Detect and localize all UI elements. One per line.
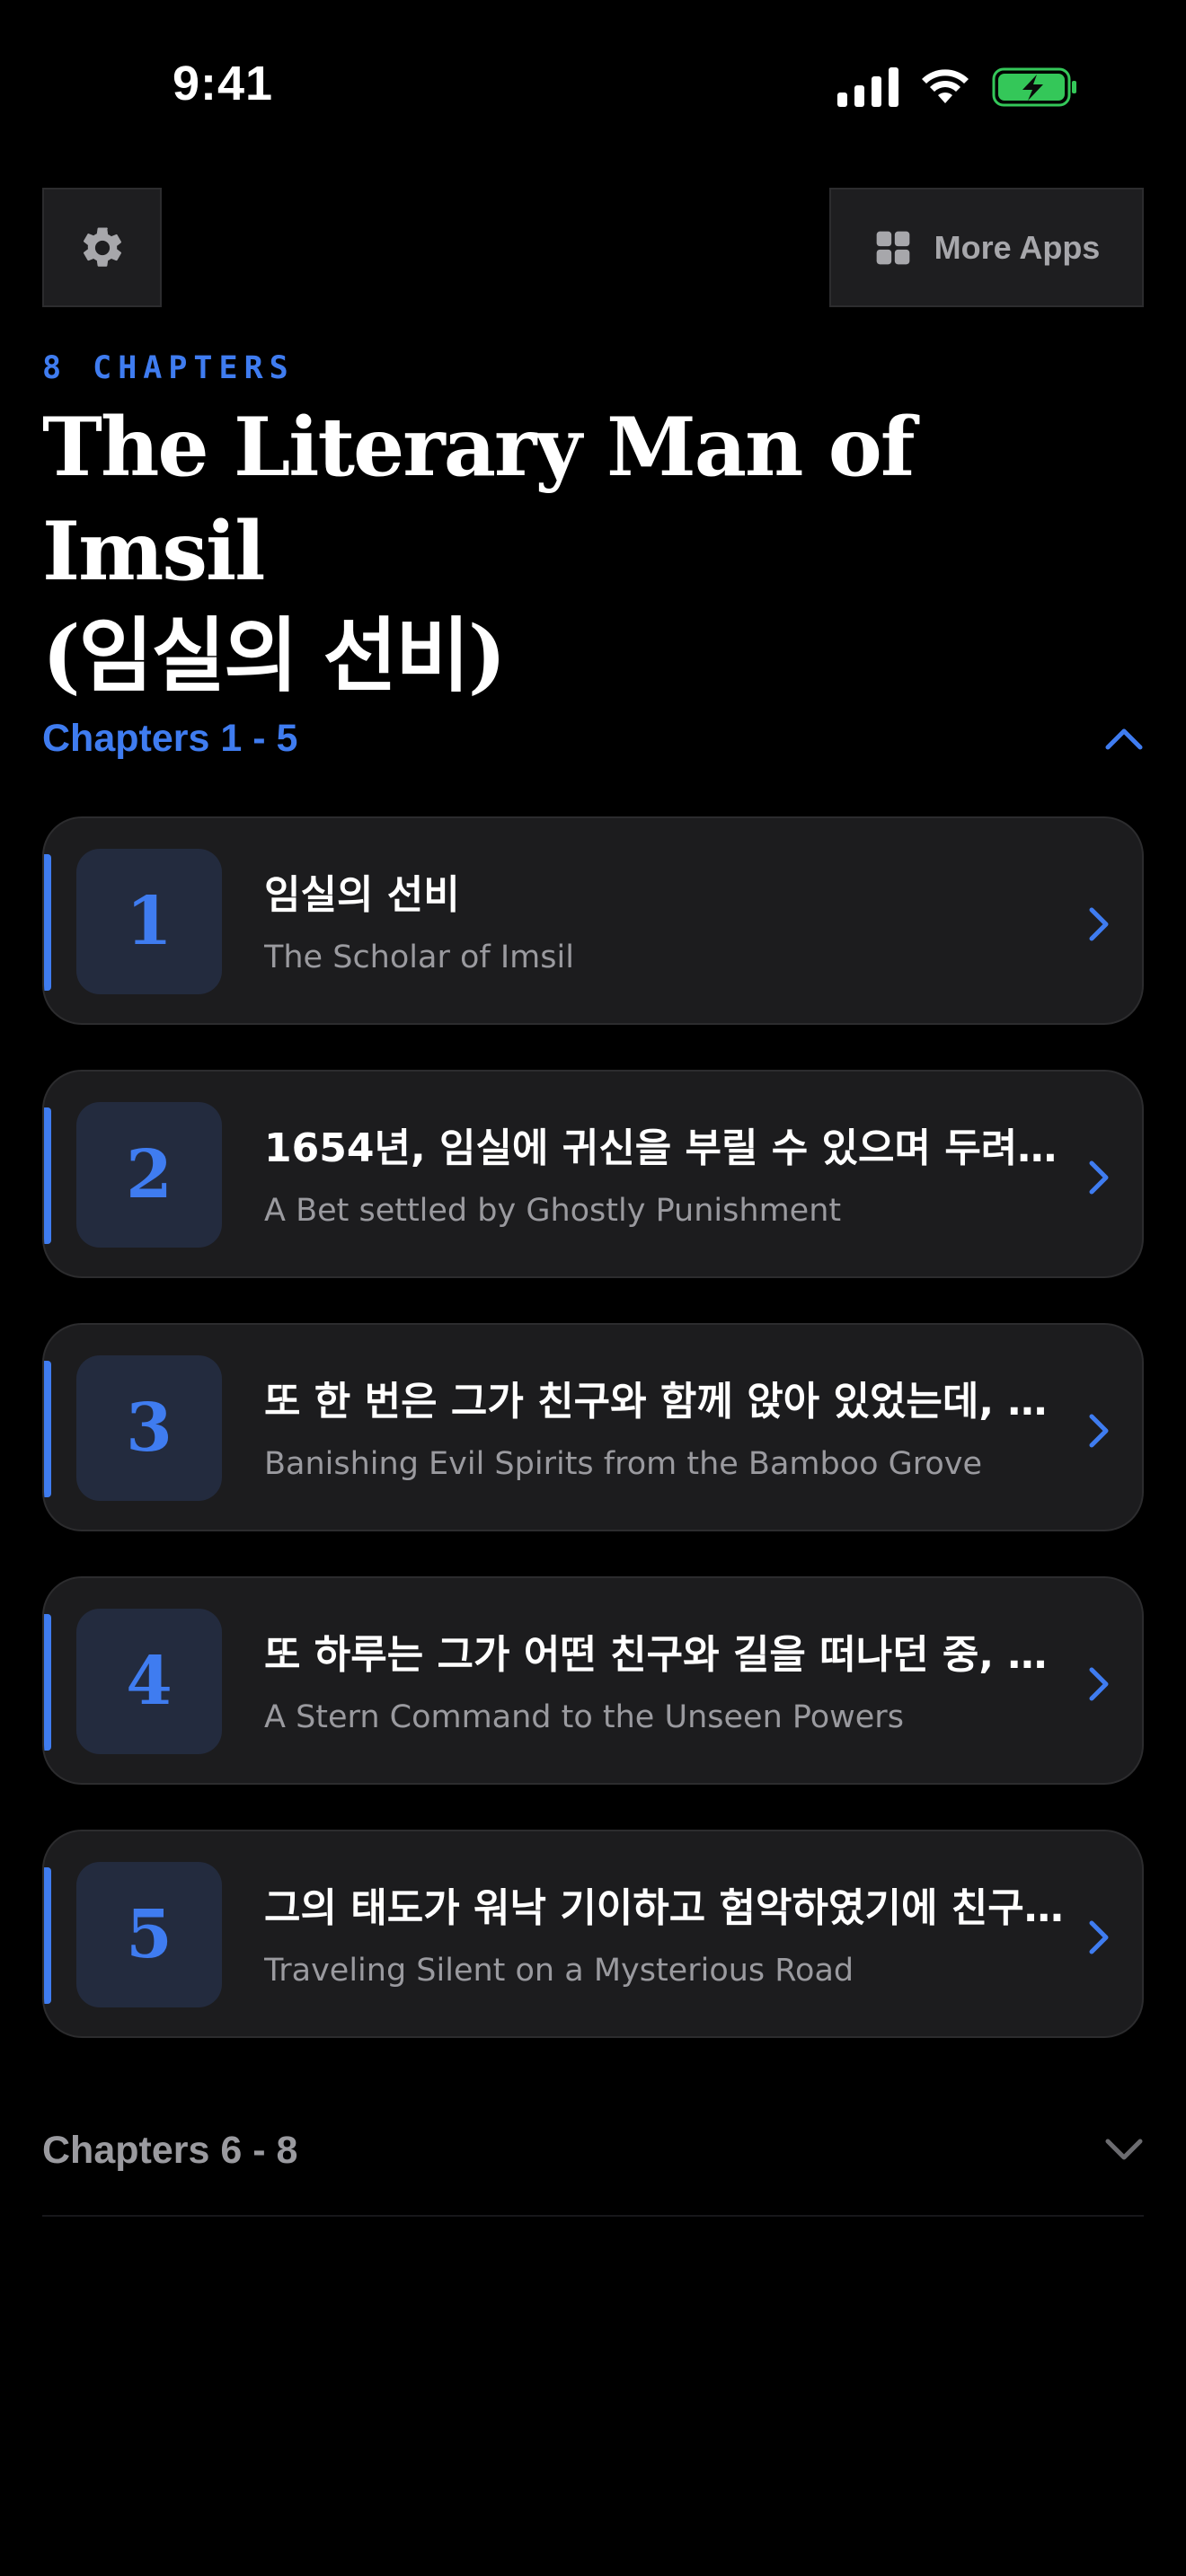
chapter-subtitle: A Stern Command to the Unseen Powers (264, 1699, 904, 1735)
chapter-card-2[interactable]: 2 1654년, 임실에 귀신을 부릴 수 있으며 두려움이 없는 선비가 있었… (42, 1070, 1144, 1278)
chapter-subtitle: Traveling Silent on a Mysterious Road (264, 1953, 854, 1989)
chapter-subtitle: The Scholar of Imsil (264, 940, 574, 975)
gear-icon (83, 226, 121, 267)
chapter-title: 1654년, 임실에 귀신을 부릴 수 있으며 두려움이 없는 선비가 있었다 (264, 1125, 1064, 1171)
section-label: Chapters 6 - 8 (42, 2128, 298, 2172)
chapter-card-5[interactable]: 5 그의 태도가 워낙 기이하고 험악하였기에 친구가 두려워하여 Travel… (42, 1830, 1144, 2038)
page-title: The Literary Man of Imsil (임실의 선비) (42, 395, 1156, 708)
section-header-chapters-6-8[interactable]: Chapters 6 - 8 (42, 2114, 1144, 2186)
chevron-right-icon (1089, 1667, 1109, 1701)
chapter-title: 그의 태도가 워낙 기이하고 험악하였기에 친구가 두려워하여 (264, 1885, 1064, 1931)
more-apps-label: More Apps (934, 228, 1101, 266)
chapter-number-box: 4 (76, 1609, 222, 1754)
chevron-right-icon (1089, 1920, 1109, 1954)
chapter-number-box: 1 (76, 849, 222, 994)
chapter-title: 또 한 번은 그가 친구와 함께 앉아 있었는데, 대숲에서 (264, 1379, 1064, 1425)
chapter-subtitle: Banishing Evil Spirits from the Bamboo G… (264, 1446, 983, 1482)
chapter-card-1[interactable]: 1 임실의 선비 The Scholar of Imsil (42, 816, 1144, 1025)
page-title-line-2: (임실의 선비) (42, 608, 506, 703)
chapter-number-box: 2 (76, 1102, 222, 1248)
more-apps-button[interactable]: More Apps (829, 188, 1144, 307)
chapter-number-box: 5 (76, 1862, 222, 2007)
chevron-right-icon (1089, 907, 1109, 941)
card-accent (44, 1361, 51, 1497)
chapter-number-box: 3 (76, 1355, 222, 1501)
chevron-up-icon (1105, 728, 1143, 750)
wifi-icon (922, 69, 969, 103)
section-header-chapters-1-5[interactable]: Chapters 1 - 5 (42, 702, 1144, 774)
chapter-number: 4 (126, 1643, 173, 1720)
battery-charging-icon (992, 67, 1076, 107)
card-accent (44, 854, 51, 991)
chapter-card-4[interactable]: 4 또 하루는 그가 어떤 친구와 길을 떠나던 중, 날이 저물어 A Ste… (42, 1576, 1144, 1785)
status-icons (837, 65, 1078, 110)
chapter-title: 또 하루는 그가 어떤 친구와 길을 떠나던 중, 날이 저물어 (264, 1632, 1064, 1678)
card-accent (44, 1867, 51, 2004)
status-time: 9:41 (173, 57, 274, 110)
chapter-count: 8 CHAPTERS (42, 350, 295, 386)
section-divider (42, 2215, 1144, 2217)
chevron-down-icon (1105, 2139, 1143, 2160)
signal-icon (837, 67, 898, 107)
settings-button[interactable] (42, 188, 162, 307)
card-accent (44, 1614, 51, 1751)
chapter-card-3[interactable]: 3 또 한 번은 그가 친구와 함께 앉아 있었는데, 대숲에서 Banishi… (42, 1323, 1144, 1531)
chevron-right-icon (1089, 1414, 1109, 1448)
chapter-title: 임실의 선비 (264, 872, 460, 918)
section-label: Chapters 1 - 5 (42, 716, 298, 760)
status-bar: 9:41 (0, 0, 1186, 171)
card-accent (44, 1107, 51, 1244)
grid-icon (876, 231, 909, 264)
chevron-right-icon (1089, 1160, 1109, 1195)
chapter-number: 5 (126, 1896, 173, 1973)
chapter-subtitle: A Bet settled by Ghostly Punishment (264, 1193, 842, 1229)
chapter-number: 2 (126, 1136, 173, 1213)
page-title-line-1: The Literary Man of Imsil (42, 400, 916, 599)
chapter-number: 3 (126, 1389, 173, 1467)
chapter-number: 1 (126, 883, 173, 960)
